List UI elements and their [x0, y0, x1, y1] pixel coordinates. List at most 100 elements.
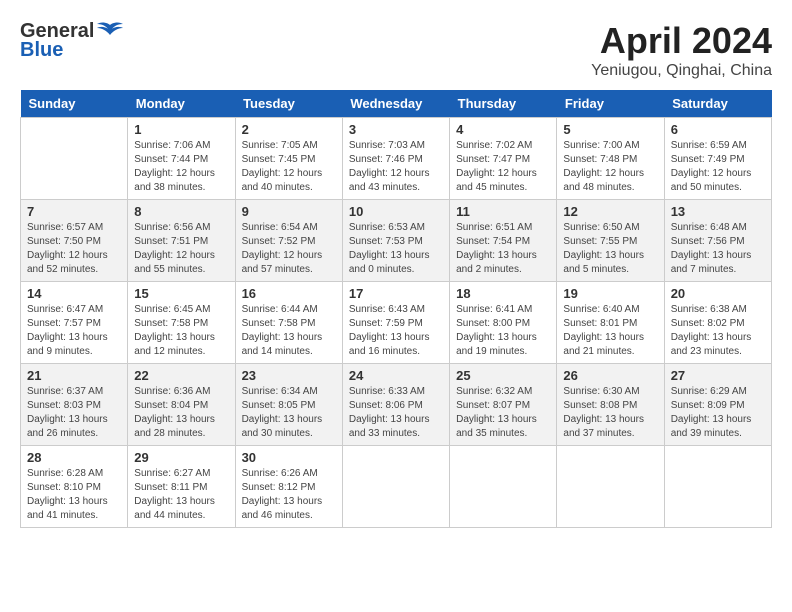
cell-date: 7: [27, 204, 121, 219]
table-row: 26 Sunrise: 6:30 AMSunset: 8:08 PMDaylig…: [557, 364, 664, 446]
table-row: 15 Sunrise: 6:45 AMSunset: 7:58 PMDaylig…: [128, 282, 235, 364]
logo-blue-text: Blue: [20, 39, 63, 62]
table-row: 22 Sunrise: 6:36 AMSunset: 8:04 PMDaylig…: [128, 364, 235, 446]
cell-date: 17: [349, 286, 443, 301]
calendar-week-row: 14 Sunrise: 6:47 AMSunset: 7:57 PMDaylig…: [21, 282, 772, 364]
cell-date: 11: [456, 204, 550, 219]
table-row: 14 Sunrise: 6:47 AMSunset: 7:57 PMDaylig…: [21, 282, 128, 364]
calendar-week-row: 7 Sunrise: 6:57 AMSunset: 7:50 PMDayligh…: [21, 200, 772, 282]
cell-date: 9: [242, 204, 336, 219]
table-row: [342, 446, 449, 528]
header-sunday: Sunday: [21, 90, 128, 118]
table-row: 25 Sunrise: 6:32 AMSunset: 8:07 PMDaylig…: [450, 364, 557, 446]
cell-date: 2: [242, 122, 336, 137]
table-row: 21 Sunrise: 6:37 AMSunset: 8:03 PMDaylig…: [21, 364, 128, 446]
table-row: [664, 446, 771, 528]
cell-info: Sunrise: 6:36 AMSunset: 8:04 PMDaylight:…: [134, 385, 228, 441]
cell-info: Sunrise: 6:57 AMSunset: 7:50 PMDaylight:…: [27, 221, 121, 277]
cell-info: Sunrise: 6:45 AMSunset: 7:58 PMDaylight:…: [134, 303, 228, 359]
cell-info: Sunrise: 6:26 AMSunset: 8:12 PMDaylight:…: [242, 467, 336, 523]
weekday-header-row: Sunday Monday Tuesday Wednesday Thursday…: [21, 90, 772, 118]
cell-info: Sunrise: 6:50 AMSunset: 7:55 PMDaylight:…: [563, 221, 657, 277]
cell-info: Sunrise: 6:40 AMSunset: 8:01 PMDaylight:…: [563, 303, 657, 359]
cell-info: Sunrise: 6:37 AMSunset: 8:03 PMDaylight:…: [27, 385, 121, 441]
table-row: 28 Sunrise: 6:28 AMSunset: 8:10 PMDaylig…: [21, 446, 128, 528]
title-section: April 2024 Yeniugou, Qinghai, China: [591, 20, 772, 80]
cell-date: 28: [27, 450, 121, 465]
table-row: 2 Sunrise: 7:05 AMSunset: 7:45 PMDayligh…: [235, 118, 342, 200]
cell-info: Sunrise: 6:30 AMSunset: 8:08 PMDaylight:…: [563, 385, 657, 441]
cell-info: Sunrise: 7:02 AMSunset: 7:47 PMDaylight:…: [456, 139, 550, 195]
cell-date: 14: [27, 286, 121, 301]
cell-date: 13: [671, 204, 765, 219]
cell-info: Sunrise: 6:54 AMSunset: 7:52 PMDaylight:…: [242, 221, 336, 277]
cell-info: Sunrise: 7:06 AMSunset: 7:44 PMDaylight:…: [134, 139, 228, 195]
cell-info: Sunrise: 7:00 AMSunset: 7:48 PMDaylight:…: [563, 139, 657, 195]
cell-date: 16: [242, 286, 336, 301]
cell-date: 10: [349, 204, 443, 219]
logo: General Blue: [20, 20, 124, 62]
month-title: April 2024: [591, 20, 772, 62]
table-row: 3 Sunrise: 7:03 AMSunset: 7:46 PMDayligh…: [342, 118, 449, 200]
cell-info: Sunrise: 7:03 AMSunset: 7:46 PMDaylight:…: [349, 139, 443, 195]
table-row: [557, 446, 664, 528]
header-friday: Friday: [557, 90, 664, 118]
table-row: 16 Sunrise: 6:44 AMSunset: 7:58 PMDaylig…: [235, 282, 342, 364]
table-row: 27 Sunrise: 6:29 AMSunset: 8:09 PMDaylig…: [664, 364, 771, 446]
cell-info: Sunrise: 6:48 AMSunset: 7:56 PMDaylight:…: [671, 221, 765, 277]
table-row: 17 Sunrise: 6:43 AMSunset: 7:59 PMDaylig…: [342, 282, 449, 364]
cell-date: 3: [349, 122, 443, 137]
table-row: 6 Sunrise: 6:59 AMSunset: 7:49 PMDayligh…: [664, 118, 771, 200]
cell-info: Sunrise: 6:32 AMSunset: 8:07 PMDaylight:…: [456, 385, 550, 441]
header-thursday: Thursday: [450, 90, 557, 118]
cell-date: 18: [456, 286, 550, 301]
cell-date: 6: [671, 122, 765, 137]
cell-date: 15: [134, 286, 228, 301]
header: General Blue April 2024 Yeniugou, Qingha…: [20, 20, 772, 80]
calendar-table: Sunday Monday Tuesday Wednesday Thursday…: [20, 90, 772, 528]
cell-info: Sunrise: 6:53 AMSunset: 7:53 PMDaylight:…: [349, 221, 443, 277]
cell-date: 26: [563, 368, 657, 383]
cell-info: Sunrise: 7:05 AMSunset: 7:45 PMDaylight:…: [242, 139, 336, 195]
table-row: 5 Sunrise: 7:00 AMSunset: 7:48 PMDayligh…: [557, 118, 664, 200]
cell-date: 12: [563, 204, 657, 219]
table-row: 10 Sunrise: 6:53 AMSunset: 7:53 PMDaylig…: [342, 200, 449, 282]
cell-info: Sunrise: 6:41 AMSunset: 8:00 PMDaylight:…: [456, 303, 550, 359]
calendar-week-row: 1 Sunrise: 7:06 AMSunset: 7:44 PMDayligh…: [21, 118, 772, 200]
header-saturday: Saturday: [664, 90, 771, 118]
cell-date: 1: [134, 122, 228, 137]
cell-info: Sunrise: 6:59 AMSunset: 7:49 PMDaylight:…: [671, 139, 765, 195]
table-row: [21, 118, 128, 200]
cell-date: 21: [27, 368, 121, 383]
cell-date: 29: [134, 450, 228, 465]
header-tuesday: Tuesday: [235, 90, 342, 118]
table-row: 1 Sunrise: 7:06 AMSunset: 7:44 PMDayligh…: [128, 118, 235, 200]
cell-date: 20: [671, 286, 765, 301]
cell-info: Sunrise: 6:33 AMSunset: 8:06 PMDaylight:…: [349, 385, 443, 441]
table-row: 7 Sunrise: 6:57 AMSunset: 7:50 PMDayligh…: [21, 200, 128, 282]
cell-info: Sunrise: 6:27 AMSunset: 8:11 PMDaylight:…: [134, 467, 228, 523]
cell-info: Sunrise: 6:44 AMSunset: 7:58 PMDaylight:…: [242, 303, 336, 359]
cell-info: Sunrise: 6:47 AMSunset: 7:57 PMDaylight:…: [27, 303, 121, 359]
table-row: 29 Sunrise: 6:27 AMSunset: 8:11 PMDaylig…: [128, 446, 235, 528]
cell-date: 19: [563, 286, 657, 301]
table-row: 8 Sunrise: 6:56 AMSunset: 7:51 PMDayligh…: [128, 200, 235, 282]
table-row: 30 Sunrise: 6:26 AMSunset: 8:12 PMDaylig…: [235, 446, 342, 528]
calendar-week-row: 21 Sunrise: 6:37 AMSunset: 8:03 PMDaylig…: [21, 364, 772, 446]
cell-info: Sunrise: 6:56 AMSunset: 7:51 PMDaylight:…: [134, 221, 228, 277]
cell-info: Sunrise: 6:34 AMSunset: 8:05 PMDaylight:…: [242, 385, 336, 441]
cell-date: 5: [563, 122, 657, 137]
table-row: 20 Sunrise: 6:38 AMSunset: 8:02 PMDaylig…: [664, 282, 771, 364]
cell-date: 22: [134, 368, 228, 383]
table-row: 4 Sunrise: 7:02 AMSunset: 7:47 PMDayligh…: [450, 118, 557, 200]
cell-info: Sunrise: 6:29 AMSunset: 8:09 PMDaylight:…: [671, 385, 765, 441]
table-row: 11 Sunrise: 6:51 AMSunset: 7:54 PMDaylig…: [450, 200, 557, 282]
calendar-week-row: 28 Sunrise: 6:28 AMSunset: 8:10 PMDaylig…: [21, 446, 772, 528]
header-monday: Monday: [128, 90, 235, 118]
table-row: 24 Sunrise: 6:33 AMSunset: 8:06 PMDaylig…: [342, 364, 449, 446]
table-row: 12 Sunrise: 6:50 AMSunset: 7:55 PMDaylig…: [557, 200, 664, 282]
cell-date: 27: [671, 368, 765, 383]
cell-date: 8: [134, 204, 228, 219]
cell-info: Sunrise: 6:28 AMSunset: 8:10 PMDaylight:…: [27, 467, 121, 523]
cell-info: Sunrise: 6:43 AMSunset: 7:59 PMDaylight:…: [349, 303, 443, 359]
